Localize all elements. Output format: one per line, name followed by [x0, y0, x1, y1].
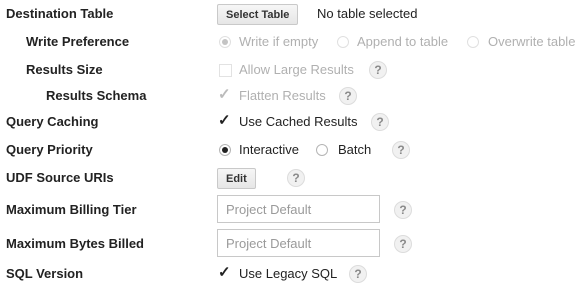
overwrite-table-radio[interactable]	[467, 36, 479, 48]
use-legacy-sql-checkbox[interactable]: ✓	[218, 265, 232, 280]
help-icon[interactable]: ?	[349, 265, 367, 283]
results-size-label: Results Size	[26, 62, 103, 77]
help-icon[interactable]: ?	[287, 169, 305, 187]
destination-table-label: Destination Table	[6, 6, 114, 21]
select-table-button[interactable]: Select Table	[217, 4, 299, 25]
help-icon[interactable]: ?	[371, 113, 389, 131]
allow-large-results-label: Allow Large Results	[239, 62, 354, 77]
help-icon[interactable]: ?	[339, 87, 357, 105]
help-icon[interactable]: ?	[394, 235, 412, 253]
max-bytes-billed-label: Maximum Bytes Billed	[6, 236, 144, 251]
help-icon[interactable]: ?	[369, 61, 387, 79]
max-billing-tier-input[interactable]	[217, 195, 380, 223]
allow-large-results-checkbox[interactable]	[219, 64, 232, 77]
use-cached-results-label: Use Cached Results	[239, 114, 358, 129]
append-to-table-radio[interactable]	[337, 36, 349, 48]
overwrite-table-label: Overwrite table	[488, 34, 576, 49]
results-schema-label: Results Schema	[46, 88, 147, 103]
batch-label: Batch	[338, 142, 372, 157]
destination-table-status: No table selected	[317, 6, 418, 21]
use-cached-results-checkbox[interactable]: ✓	[218, 113, 232, 128]
help-icon[interactable]: ?	[392, 141, 410, 159]
max-bytes-billed-input[interactable]	[217, 229, 380, 257]
flatten-results-label: Flatten Results	[239, 88, 326, 103]
write-preference-label: Write Preference	[26, 34, 130, 49]
use-legacy-sql-label: Use Legacy SQL	[239, 266, 338, 281]
append-to-table-label: Append to table	[357, 34, 449, 49]
edit-udf-button[interactable]: Edit	[217, 168, 256, 189]
query-caching-label: Query Caching	[6, 114, 99, 129]
batch-radio[interactable]	[316, 144, 328, 156]
interactive-label: Interactive	[239, 142, 299, 157]
max-billing-tier-label: Maximum Billing Tier	[6, 202, 137, 217]
query-priority-label: Query Priority	[6, 142, 93, 157]
write-if-empty-radio[interactable]	[219, 36, 231, 48]
interactive-radio[interactable]	[219, 144, 231, 156]
write-if-empty-label: Write if empty	[239, 34, 319, 49]
sql-version-label: SQL Version	[6, 266, 84, 281]
udf-source-uris-label: UDF Source URIs	[6, 170, 114, 185]
help-icon[interactable]: ?	[394, 201, 412, 219]
flatten-results-checkbox[interactable]: ✓	[218, 87, 232, 102]
